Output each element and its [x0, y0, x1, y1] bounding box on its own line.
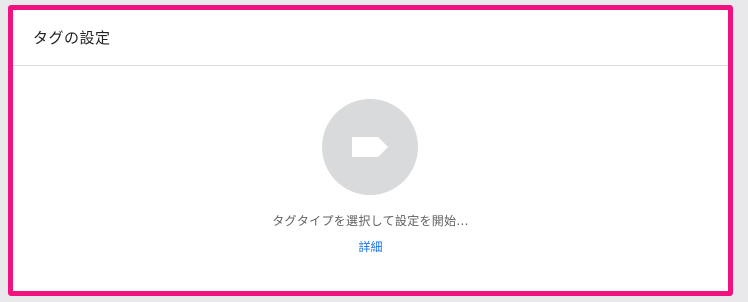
empty-state[interactable]: タグタイプを選択して設定を開始... 詳細 [13, 66, 728, 291]
tag-configuration-panel[interactable]: タグの設定 タグタイプを選択して設定を開始... 詳細 [8, 5, 733, 296]
learn-more-link[interactable]: 詳細 [358, 240, 382, 254]
tag-icon [352, 137, 388, 157]
tag-type-placeholder[interactable] [322, 99, 418, 195]
panel-title: タグの設定 [33, 29, 111, 47]
panel-header: タグの設定 [13, 10, 728, 66]
choose-tag-type-prompt[interactable]: タグタイプを選択して設定を開始... [13, 212, 728, 229]
